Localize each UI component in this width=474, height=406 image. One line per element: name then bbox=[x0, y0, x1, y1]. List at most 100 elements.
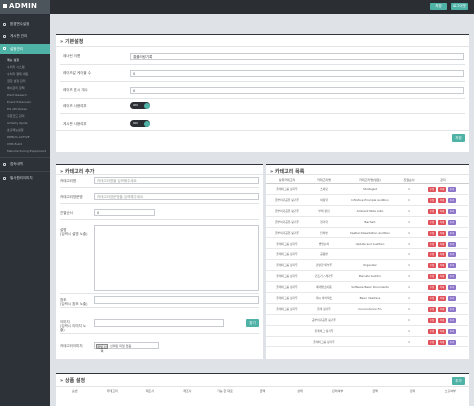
add-child-button[interactable]: 추가 bbox=[448, 274, 456, 280]
sidebar-sub-item[interactable]: 배너관리 정책 bbox=[0, 85, 50, 91]
description-textarea[interactable] bbox=[94, 225, 259, 291]
table-cell: 철거학 bbox=[320, 219, 328, 224]
delete-button[interactable]: 삭제 bbox=[438, 317, 446, 323]
table-cell: 1 bbox=[408, 219, 410, 224]
sidebar-item-images[interactable]: 필사원리이미지 bbox=[0, 174, 50, 183]
sidebar-sub-item[interactable]: Manufacturing Equipment bbox=[0, 148, 50, 154]
table-cell: 1 bbox=[408, 285, 410, 290]
add-child-button[interactable]: 추가 bbox=[448, 219, 456, 225]
file-select-button[interactable]: 파일 선택 bbox=[96, 344, 108, 353]
delete-button[interactable]: 삭제 bbox=[438, 230, 446, 236]
sidebar-sub-item[interactable]: CMS Build bbox=[0, 141, 50, 147]
table-cell: 글부이기공유 링기투 bbox=[274, 208, 300, 213]
table-cell: 매개변조이용 bbox=[316, 285, 332, 290]
sidebar-sub-item[interactable]: 권한 설정 관리 bbox=[0, 78, 50, 84]
sidebar-sub-item[interactable]: DEBUG ACTIVE bbox=[0, 134, 50, 140]
delete-button[interactable]: 삭제 bbox=[438, 274, 446, 280]
raise-cable-count-input[interactable]: 0 bbox=[130, 70, 464, 77]
table-row: 플레이그룹 정기투 건조기 / 세기투 Biscuits Auditor 1 수정 삭제 추… bbox=[266, 271, 468, 283]
sidebar-sub-item[interactable]: Event Extension bbox=[0, 99, 50, 105]
logo[interactable]: ADMIN bbox=[0, 0, 50, 14]
display-order-input[interactable]: 0 bbox=[94, 209, 155, 216]
category-en-name-input[interactable]: 카테고리영문명을 입력해주세요 bbox=[94, 193, 259, 200]
sidebar-sub-item[interactable]: 쿠폰코드 관리 bbox=[0, 113, 50, 119]
edit-button[interactable]: 수정 bbox=[428, 274, 436, 280]
add-child-button[interactable]: 추가 bbox=[448, 328, 456, 334]
sidebar-item-env[interactable]: 환경변수설정 bbox=[0, 20, 50, 29]
delete-button[interactable]: 삭제 bbox=[438, 241, 446, 247]
edit-button[interactable]: 수정 bbox=[428, 187, 436, 192]
add-child-button[interactable]: 추가 bbox=[448, 208, 456, 214]
delete-button[interactable]: 삭제 bbox=[438, 285, 446, 291]
edit-button[interactable]: 수정 bbox=[428, 197, 436, 203]
image-input[interactable] bbox=[94, 319, 224, 327]
sidebar-sub-item[interactable]: Activity Spots bbox=[0, 120, 50, 126]
save-button[interactable]: 저장 bbox=[452, 134, 465, 142]
add-child-button[interactable]: 추가 bbox=[448, 296, 456, 301]
sidebar-sub-item[interactable]: Point Reward bbox=[0, 92, 50, 98]
delete-button[interactable]: 삭제 bbox=[438, 263, 446, 269]
topbar-save-button[interactable]: 저장 bbox=[430, 3, 447, 10]
toggle-state: ON bbox=[133, 103, 138, 107]
edit-button[interactable]: 수정 bbox=[428, 296, 436, 301]
column-header: 진열순서 bbox=[403, 178, 415, 182]
edit-button[interactable]: 수정 bbox=[428, 219, 436, 225]
edit-button[interactable]: 수정 bbox=[428, 306, 436, 312]
logout-button[interactable]: 로그아웃 bbox=[451, 3, 468, 10]
brand-title: ADMIN bbox=[9, 2, 38, 10]
edit-button[interactable]: 수정 bbox=[428, 241, 436, 247]
edit-button[interactable]: 수정 bbox=[428, 208, 436, 214]
add-child-button[interactable]: 추가 bbox=[448, 306, 456, 312]
add-child-button[interactable]: 추가 bbox=[448, 263, 456, 269]
delete-button[interactable]: 삭제 bbox=[438, 197, 446, 203]
edit-button[interactable]: 수정 bbox=[428, 252, 436, 258]
add-child-button[interactable]: 추가 bbox=[448, 339, 456, 345]
delete-button[interactable]: 삭제 bbox=[438, 296, 446, 301]
edit-button[interactable]: 수정 bbox=[428, 317, 436, 323]
add-child-button[interactable]: 추가 bbox=[448, 285, 456, 291]
generan-name-input[interactable]: 결플러링기록 bbox=[130, 53, 464, 60]
delete-button[interactable]: 삭제 bbox=[438, 328, 446, 334]
raise-use-toggle[interactable]: ON bbox=[130, 102, 150, 109]
divider bbox=[60, 98, 465, 99]
edit-button[interactable]: 수정 bbox=[428, 230, 436, 236]
table-row: 글부이기공유 링기투 부의 편집 Ambient Note Auto 1 수정 삭제 추가 bbox=[266, 206, 468, 217]
delete-button[interactable]: 삭제 bbox=[438, 208, 446, 214]
add-child-button[interactable]: 추가 bbox=[448, 230, 456, 236]
edit-button[interactable]: 수정 bbox=[428, 339, 436, 345]
delete-button[interactable]: 삭제 bbox=[438, 339, 446, 345]
add-child-button[interactable]: 추가 bbox=[448, 317, 456, 323]
add-child-button[interactable]: 추가 bbox=[448, 197, 456, 203]
delete-button[interactable]: 삭제 bbox=[438, 306, 446, 312]
divider bbox=[60, 81, 465, 82]
delete-button[interactable]: 삭제 bbox=[438, 252, 446, 258]
add-child-button[interactable]: 추가 bbox=[448, 187, 456, 192]
table-row: 플레이그룹 정기투 매개변조이용 Software Basic Documents 1… bbox=[266, 282, 468, 293]
edit-button[interactable]: 수정 bbox=[428, 285, 436, 291]
add-child-button[interactable]: 추가 bbox=[448, 252, 456, 258]
add-product-button[interactable]: 추가 bbox=[452, 377, 465, 385]
board-use-toggle[interactable]: ON bbox=[130, 120, 150, 127]
sidebar-sub-item[interactable]: 수치리 시스템 bbox=[0, 64, 50, 70]
sidebar-item-settings[interactable]: 설정관리 bbox=[0, 44, 50, 54]
delete-button[interactable]: 삭제 bbox=[438, 219, 446, 225]
divider bbox=[60, 293, 259, 294]
sidebar-sub-item[interactable]: 메뉴 설정 bbox=[0, 57, 50, 63]
edit-button[interactable]: 수정 bbox=[428, 328, 436, 334]
category-name-input[interactable]: 카테고리명을 입력해주세요 bbox=[94, 177, 259, 184]
category-image-file-input[interactable]: 파일 선택 선택된 파일 없음 bbox=[94, 342, 159, 353]
delete-button[interactable]: 삭제 bbox=[438, 187, 446, 192]
sidebar-sub-item[interactable]: 수치리 결제 세팅 bbox=[0, 71, 50, 77]
raise-display-count-input[interactable]: 0 bbox=[130, 87, 464, 94]
find-image-button[interactable]: 찾기 bbox=[246, 319, 259, 327]
sidebar-item-access-log[interactable]: 접속내역 bbox=[0, 160, 50, 169]
sidebar-sub-item[interactable]: 호출메뉴설정 bbox=[0, 127, 50, 133]
table-cell: 글부이기공유 링기투 bbox=[274, 197, 300, 202]
field-label: 설명 (입력시 설명 노출) bbox=[60, 228, 88, 236]
sidebar-item-board[interactable]: 게시판 관리 bbox=[0, 32, 50, 41]
table-cell: 플레이그룹 정기투 bbox=[276, 263, 298, 268]
reference-textarea[interactable] bbox=[94, 296, 259, 304]
add-child-button[interactable]: 추가 bbox=[448, 241, 456, 247]
edit-button[interactable]: 수정 bbox=[428, 263, 436, 269]
sidebar-sub-item[interactable]: DS Attributes bbox=[0, 106, 50, 112]
